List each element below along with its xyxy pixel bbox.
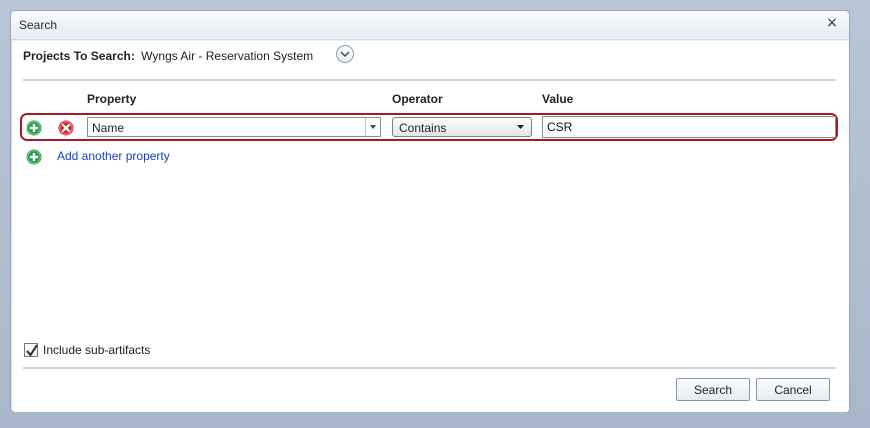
caret-down-icon	[517, 125, 524, 129]
add-icon	[26, 120, 42, 136]
projects-label: Projects To Search:	[23, 49, 135, 63]
chevron-down-icon	[340, 51, 350, 57]
value-column-header: Value	[542, 92, 574, 106]
search-dialog: Search × Projects To Search: Wyngs Air -…	[10, 10, 850, 412]
projects-to-search: Projects To Search: Wyngs Air - Reservat…	[23, 47, 313, 65]
include-sub-artifacts-option[interactable]: Include sub-artifacts	[24, 341, 150, 359]
property-selected-value: Name	[92, 121, 125, 135]
include-sub-artifacts-checkbox[interactable]	[24, 343, 38, 357]
dialog-titlebar: Search ×	[11, 11, 849, 40]
dialog-content: Projects To Search: Wyngs Air - Reservat…	[12, 40, 849, 412]
caret-down-icon	[370, 125, 376, 129]
add-criteria-button[interactable]	[26, 120, 42, 136]
remove-criteria-button[interactable]	[58, 120, 74, 136]
property-dropdown-toggle[interactable]	[365, 118, 380, 136]
add-another-property-link[interactable]: Add another property	[57, 149, 170, 163]
close-icon[interactable]: ×	[825, 16, 839, 30]
value-input[interactable]	[542, 116, 836, 138]
header-divider	[23, 79, 836, 81]
checkmark-icon	[26, 344, 38, 357]
dialog-title: Search	[19, 18, 58, 32]
remove-icon	[58, 120, 74, 136]
operator-select[interactable]: Contains	[392, 117, 532, 137]
operator-column-header: Operator	[392, 92, 443, 106]
property-column-header: Property	[87, 92, 137, 106]
cancel-button[interactable]: Cancel	[756, 378, 830, 401]
footer-divider	[23, 367, 836, 369]
add-icon	[26, 149, 42, 165]
screen-background: Search × Projects To Search: Wyngs Air -…	[0, 0, 870, 428]
search-button[interactable]: Search	[676, 378, 750, 401]
projects-value: Wyngs Air - Reservation System	[141, 49, 314, 63]
projects-expand-button[interactable]	[336, 45, 354, 63]
add-property-icon[interactable]	[26, 149, 42, 165]
property-select[interactable]: Name	[87, 117, 381, 137]
include-sub-artifacts-label: Include sub-artifacts	[43, 343, 151, 357]
operator-selected-value: Contains	[399, 121, 447, 135]
